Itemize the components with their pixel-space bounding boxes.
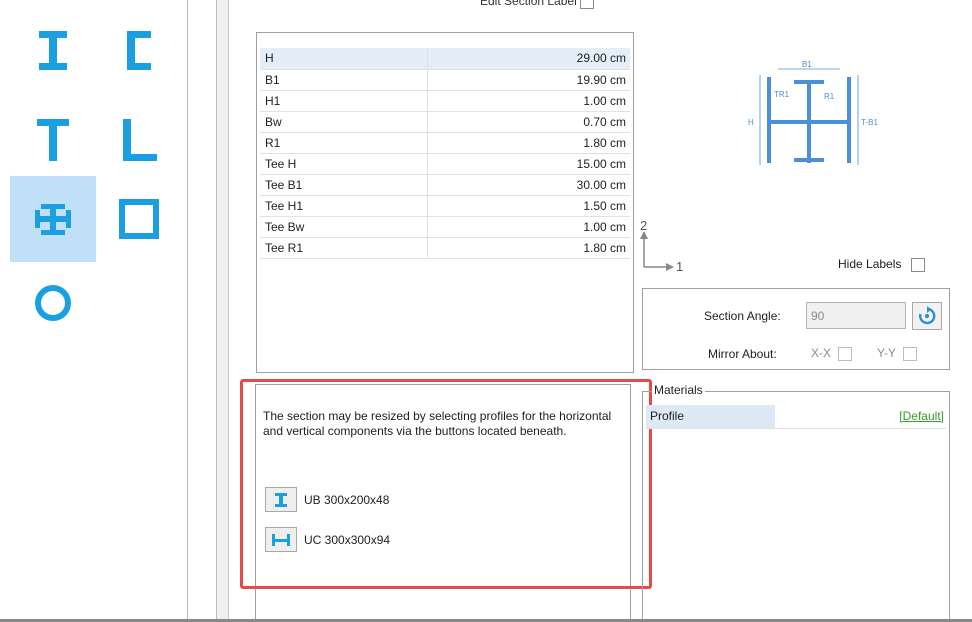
table-row[interactable]: Tee H 15.00 cm: [260, 153, 630, 175]
property-key: Tee H1: [260, 195, 428, 217]
i-section-icon: [39, 31, 67, 70]
circle-shape-button[interactable]: [10, 262, 96, 348]
mirror-y-checkbox[interactable]: [903, 346, 918, 361]
rotate-icon: [919, 306, 936, 325]
mirror-x-row: X-X: [811, 346, 853, 361]
preview-label-tr1: TR1: [774, 90, 790, 99]
property-value[interactable]: 1.50 cm: [427, 195, 630, 217]
edit-section-label-text: Edit Section Label: [480, 0, 577, 8]
property-key: Bw: [260, 111, 428, 133]
table-row[interactable]: H1 1.00 cm: [260, 90, 630, 112]
materials-profile-key: Profile: [646, 405, 775, 428]
mirror-about-label: Mirror About:: [708, 347, 777, 361]
rotate-button[interactable]: [912, 302, 942, 330]
table-row[interactable]: Tee H1 1.50 cm: [260, 195, 630, 217]
channel-icon: [127, 31, 151, 70]
property-key: Tee Bw: [260, 216, 428, 238]
mirror-y-row: Y-Y: [877, 346, 918, 361]
angle-icon: [123, 119, 157, 161]
property-key: H1: [260, 90, 428, 112]
properties-panel: H 29.00 cm B1 19.90 cm H1 1.00 cm Bw 0.70 cm…: [256, 32, 634, 373]
i-section-shape-button[interactable]: [10, 0, 96, 86]
property-key: Tee B1: [260, 174, 428, 196]
hide-labels-text: Hide Labels: [838, 257, 902, 271]
tee-shape-button[interactable]: [10, 90, 96, 176]
box-shape-button[interactable]: [96, 176, 182, 262]
materials-profile-link[interactable]: [Default]: [899, 409, 944, 423]
hide-labels-row: Hide Labels: [838, 257, 925, 272]
property-key: H: [260, 48, 428, 70]
table-row[interactable]: B1 19.90 cm: [260, 69, 630, 91]
table-row[interactable]: Tee B1 30.00 cm: [260, 174, 630, 196]
table-row[interactable]: Tee R1 1.80 cm: [260, 237, 630, 259]
property-value[interactable]: 1.80 cm: [427, 132, 630, 154]
property-key: Tee H: [260, 153, 428, 175]
table-row[interactable]: Tee Bw 1.00 cm: [260, 216, 630, 238]
property-value[interactable]: 1.80 cm: [427, 237, 630, 259]
vertical-profile-label: UB 300x200x48: [304, 493, 390, 507]
horizontal-profile-button[interactable]: [265, 527, 297, 552]
property-value[interactable]: 1.00 cm: [427, 90, 630, 112]
axis-2-label: 2: [640, 218, 647, 233]
properties-table: H 29.00 cm B1 19.90 cm H1 1.00 cm Bw 0.70 cm…: [260, 48, 630, 259]
table-row[interactable]: H 29.00 cm: [260, 48, 630, 70]
mirror-x-checkbox[interactable]: [838, 346, 853, 361]
vertical-profile-button[interactable]: [265, 487, 297, 512]
property-value[interactable]: 29.00 cm: [427, 48, 630, 70]
hide-labels-checkbox[interactable]: [910, 257, 925, 272]
channel-shape-button[interactable]: [96, 0, 182, 86]
table-row[interactable]: Bw 0.70 cm: [260, 111, 630, 133]
box-icon: [119, 199, 159, 239]
materials-title: Materials: [652, 383, 705, 397]
i-section-icon: [275, 492, 287, 507]
cruciform-icon: [35, 204, 71, 235]
mirror-x-label: X-X: [811, 346, 832, 360]
scroll-gutter: [217, 0, 229, 622]
table-row[interactable]: R1 1.80 cm: [260, 132, 630, 154]
section-angle-input[interactable]: 90: [806, 302, 906, 329]
cruciform-shape-button[interactable]: [10, 176, 96, 262]
preview-label-tb1: T-B1: [861, 118, 878, 127]
property-value[interactable]: 19.90 cm: [427, 69, 630, 91]
edit-section-label-checkbox[interactable]: [580, 0, 595, 9]
property-key: B1: [260, 69, 428, 91]
section-preview-diagram: B1 TR1 R1 H T-B1: [748, 60, 878, 165]
property-value[interactable]: 1.00 cm: [427, 216, 630, 238]
preview-label-h: H: [748, 118, 754, 127]
tee-icon: [37, 119, 69, 161]
section-angle-label: Section Angle:: [704, 309, 781, 323]
shape-palette: [0, 0, 188, 622]
angle-shape-button[interactable]: [96, 90, 182, 176]
horizontal-profile-label: UC 300x300x94: [304, 533, 391, 547]
mirror-y-label: Y-Y: [877, 346, 896, 360]
property-key: Tee R1: [260, 237, 428, 259]
property-value[interactable]: 0.70 cm: [427, 111, 630, 133]
materials-row[interactable]: Profile [Default]: [646, 405, 946, 429]
axis-indicator: 2 1: [640, 218, 683, 274]
property-value[interactable]: 15.00 cm: [427, 153, 630, 175]
h-section-icon: [272, 533, 290, 546]
preview-label-b1: B1: [802, 60, 812, 69]
edit-section-label-row: Edit Section Label: [480, 0, 640, 14]
preview-label-r1: R1: [824, 92, 835, 101]
axis-1-label: 1: [676, 259, 683, 274]
circle-icon: [35, 285, 71, 321]
resize-description: The section may be resized by selecting …: [263, 409, 612, 438]
property-key: R1: [260, 132, 428, 154]
splitter[interactable]: [189, 0, 217, 622]
property-value[interactable]: 30.00 cm: [427, 174, 630, 196]
